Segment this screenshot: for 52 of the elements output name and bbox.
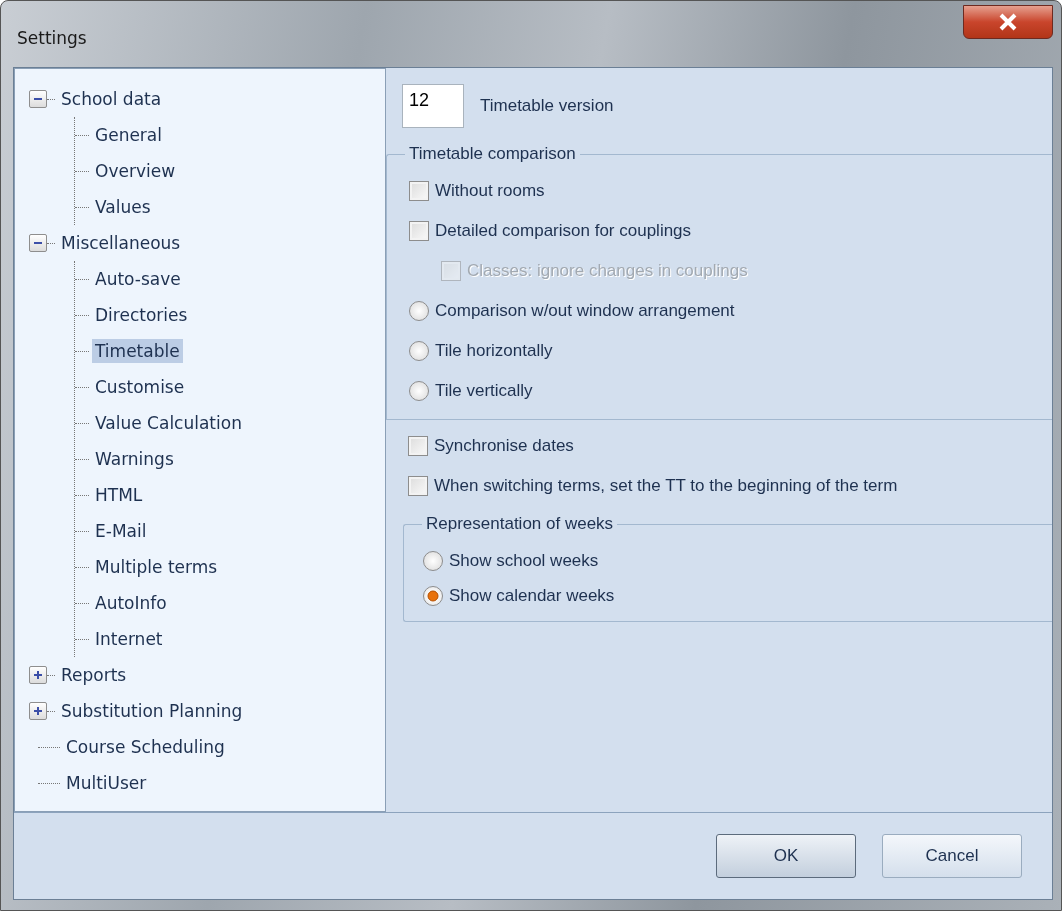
- option-label: Tile vertically: [435, 380, 533, 403]
- tree-item[interactable]: E-Mail: [92, 518, 150, 544]
- option-label: When switching terms, set the TT to the beginning of the term: [434, 475, 898, 498]
- tree-item[interactable]: School data: [58, 86, 165, 112]
- radio-button[interactable]: [409, 301, 429, 321]
- dialog-button[interactable]: Cancel: [882, 834, 1022, 878]
- option-label: Show calendar weeks: [449, 584, 615, 607]
- tree-item[interactable]: Value Calculation: [92, 410, 245, 436]
- option-label: Comparison w/out window arrangement: [435, 300, 735, 323]
- group-title: Timetable comparison: [405, 144, 580, 165]
- checkbox[interactable]: [408, 436, 428, 456]
- tree-item[interactable]: Directories: [92, 302, 191, 328]
- tree-item[interactable]: HTML: [92, 482, 146, 508]
- tree-item[interactable]: Course Scheduling: [63, 734, 228, 760]
- option-label: Tile horizontally: [435, 340, 553, 363]
- expander-icon[interactable]: [29, 666, 47, 684]
- checkbox[interactable]: [409, 221, 429, 241]
- tree-item[interactable]: Reports: [58, 662, 130, 688]
- tree-item[interactable]: Internet: [92, 626, 166, 652]
- window-title: Settings: [17, 27, 87, 51]
- tree-item[interactable]: Overview: [92, 158, 179, 184]
- radio-button[interactable]: [409, 341, 429, 361]
- tree-item[interactable]: Customise: [92, 374, 188, 400]
- dialog-button[interactable]: OK: [716, 834, 856, 878]
- close-icon: [998, 13, 1018, 31]
- expander-icon[interactable]: [29, 90, 47, 108]
- tree-item[interactable]: Miscellaneous: [58, 230, 184, 256]
- tree-item[interactable]: Timetable: [92, 338, 183, 364]
- radio-button[interactable]: [423, 585, 443, 606]
- option-label: Detailed comparison for couplings: [435, 220, 692, 243]
- expander-icon[interactable]: [29, 234, 47, 252]
- checkbox[interactable]: [408, 476, 428, 496]
- field-label: Timetable version: [480, 95, 614, 118]
- option-label: Without rooms: [435, 180, 545, 203]
- tree-item[interactable]: Auto-save: [92, 266, 184, 292]
- tree-item[interactable]: Substitution Planning: [58, 698, 246, 724]
- close-button[interactable]: [963, 5, 1053, 39]
- tree-item[interactable]: MultiUser: [63, 770, 150, 796]
- expander-icon[interactable]: [29, 702, 47, 720]
- tree-item[interactable]: General: [92, 122, 165, 148]
- group-title: Representation of weeks: [422, 514, 618, 535]
- option-label: Classes: ignore changes in couplings: [467, 260, 748, 283]
- version-field[interactable]: 12: [402, 84, 464, 128]
- option-label: Synchronise dates: [434, 435, 574, 458]
- tree-item[interactable]: Values: [92, 194, 154, 220]
- tree-item[interactable]: AutoInfo: [92, 590, 170, 616]
- option-label: Show school weeks: [449, 549, 599, 572]
- tree-item[interactable]: Warnings: [92, 446, 177, 472]
- radio-button[interactable]: [423, 550, 443, 571]
- checkbox[interactable]: [409, 181, 429, 201]
- radio-button[interactable]: [409, 381, 429, 401]
- tree-item[interactable]: Multiple terms: [92, 554, 221, 580]
